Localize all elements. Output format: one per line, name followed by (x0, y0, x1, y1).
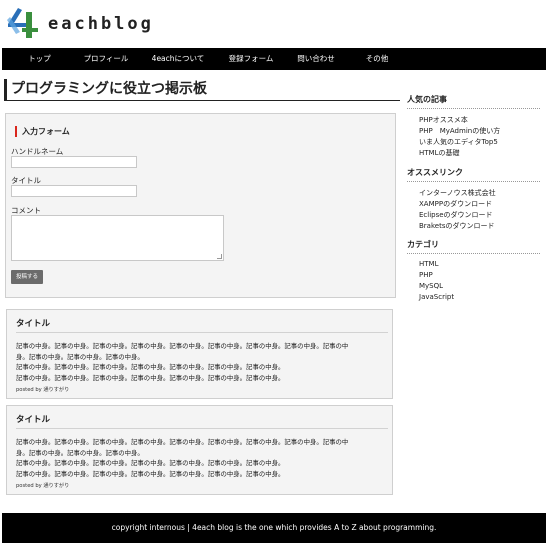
nav-item-contact[interactable]: 問い合わせ (281, 48, 351, 70)
post-body: 記事の中身。記事の中身。記事の中身。記事の中身。記事の中身。記事の中身。記事の中… (16, 341, 386, 383)
post-body-line: 記事の中身。記事の中身。記事の中身。記事の中身。記事の中身。記事の中身。記事の中… (16, 363, 285, 371)
nav-item-about[interactable]: 4eachについて (135, 48, 221, 70)
nav-item-top[interactable]: トップ (2, 48, 77, 70)
sidebar-link[interactable]: MySQL (419, 282, 443, 290)
nav-item-profile[interactable]: プロフィール (77, 48, 135, 70)
submit-button[interactable]: 投稿する (11, 270, 43, 284)
sidebar-link[interactable]: PHP MyAdminの使い方 (419, 126, 500, 136)
sidebar-link[interactable]: JavaScript (419, 293, 454, 301)
sidebar-heading-recommend: オススメリンク (407, 167, 540, 182)
main-nav: トップ プロフィール 4eachについて 登録フォーム 問い合わせ その他 (2, 48, 546, 70)
logo-text[interactable]: eachblog (48, 14, 154, 34)
nav-item-register[interactable]: 登録フォーム (221, 48, 281, 70)
post-title: タイトル (16, 317, 388, 333)
post-body-line: 身。記事の中身。記事の中身。記事の中身。 (16, 448, 144, 457)
page-title: プログラミングに役立つ掲示板 (4, 79, 400, 101)
post-body-line: 記事の中身。記事の中身。記事の中身。記事の中身。記事の中身。記事の中身。記事の中… (16, 342, 349, 350)
sidebar-link[interactable]: Eclipseのダウンロード (419, 210, 493, 220)
post-form: 入力フォーム ハンドルネーム タイトル コメント 投稿する (5, 113, 396, 298)
comment-textarea[interactable] (11, 215, 224, 261)
post-meta: posted by 通りすがり (16, 483, 70, 489)
post-body: 記事の中身。記事の中身。記事の中身。記事の中身。記事の中身。記事の中身。記事の中… (16, 437, 386, 479)
sidebar-link[interactable]: Braketsのダウンロード (419, 221, 494, 231)
resize-handle-icon[interactable] (217, 254, 222, 259)
form-heading: 入力フォーム (15, 126, 70, 137)
post-body-line: 記事の中身。記事の中身。記事の中身。記事の中身。記事の中身。記事の中身。記事の中… (16, 373, 285, 382)
post-body-line: 記事の中身。記事の中身。記事の中身。記事の中身。記事の中身。記事の中身。記事の中… (16, 459, 285, 467)
post-title: タイトル (16, 413, 388, 429)
sidebar-heading-category: カテゴリ (407, 239, 540, 254)
sidebar-link[interactable]: XAMPPのダウンロード (419, 199, 492, 209)
logo-4-icon[interactable] (4, 4, 44, 40)
post-body-line: 記事の中身。記事の中身。記事の中身。記事の中身。記事の中身。記事の中身。記事の中… (16, 438, 349, 446)
post-body-line: 身。記事の中身。記事の中身。記事の中身。 (16, 352, 144, 361)
sidebar-link[interactable]: HTML (419, 260, 438, 268)
nav-item-other[interactable]: その他 (351, 48, 403, 70)
title-input[interactable] (11, 185, 137, 197)
sidebar-link[interactable]: HTMLの基礎 (419, 148, 459, 158)
handle-name-input[interactable] (11, 156, 137, 168)
sidebar-link[interactable]: いま人気のエディタTop5 (419, 137, 498, 147)
post-card: タイトル 記事の中身。記事の中身。記事の中身。記事の中身。記事の中身。記事の中身… (6, 405, 393, 495)
footer: copyright internous | 4each blog is the … (2, 513, 546, 543)
header: eachblog (0, 0, 548, 48)
post-body-line: 記事の中身。記事の中身。記事の中身。記事の中身。記事の中身。記事の中身。記事の中… (16, 469, 285, 478)
post-card: タイトル 記事の中身。記事の中身。記事の中身。記事の中身。記事の中身。記事の中身… (6, 309, 393, 399)
post-meta: posted by 通りすがり (16, 387, 70, 393)
sidebar-link[interactable]: PHPオススメ本 (419, 115, 468, 125)
sidebar-link[interactable]: インターノウス株式会社 (419, 188, 496, 198)
sidebar-link[interactable]: PHP (419, 271, 433, 279)
sidebar-heading-popular: 人気の記事 (407, 94, 540, 109)
